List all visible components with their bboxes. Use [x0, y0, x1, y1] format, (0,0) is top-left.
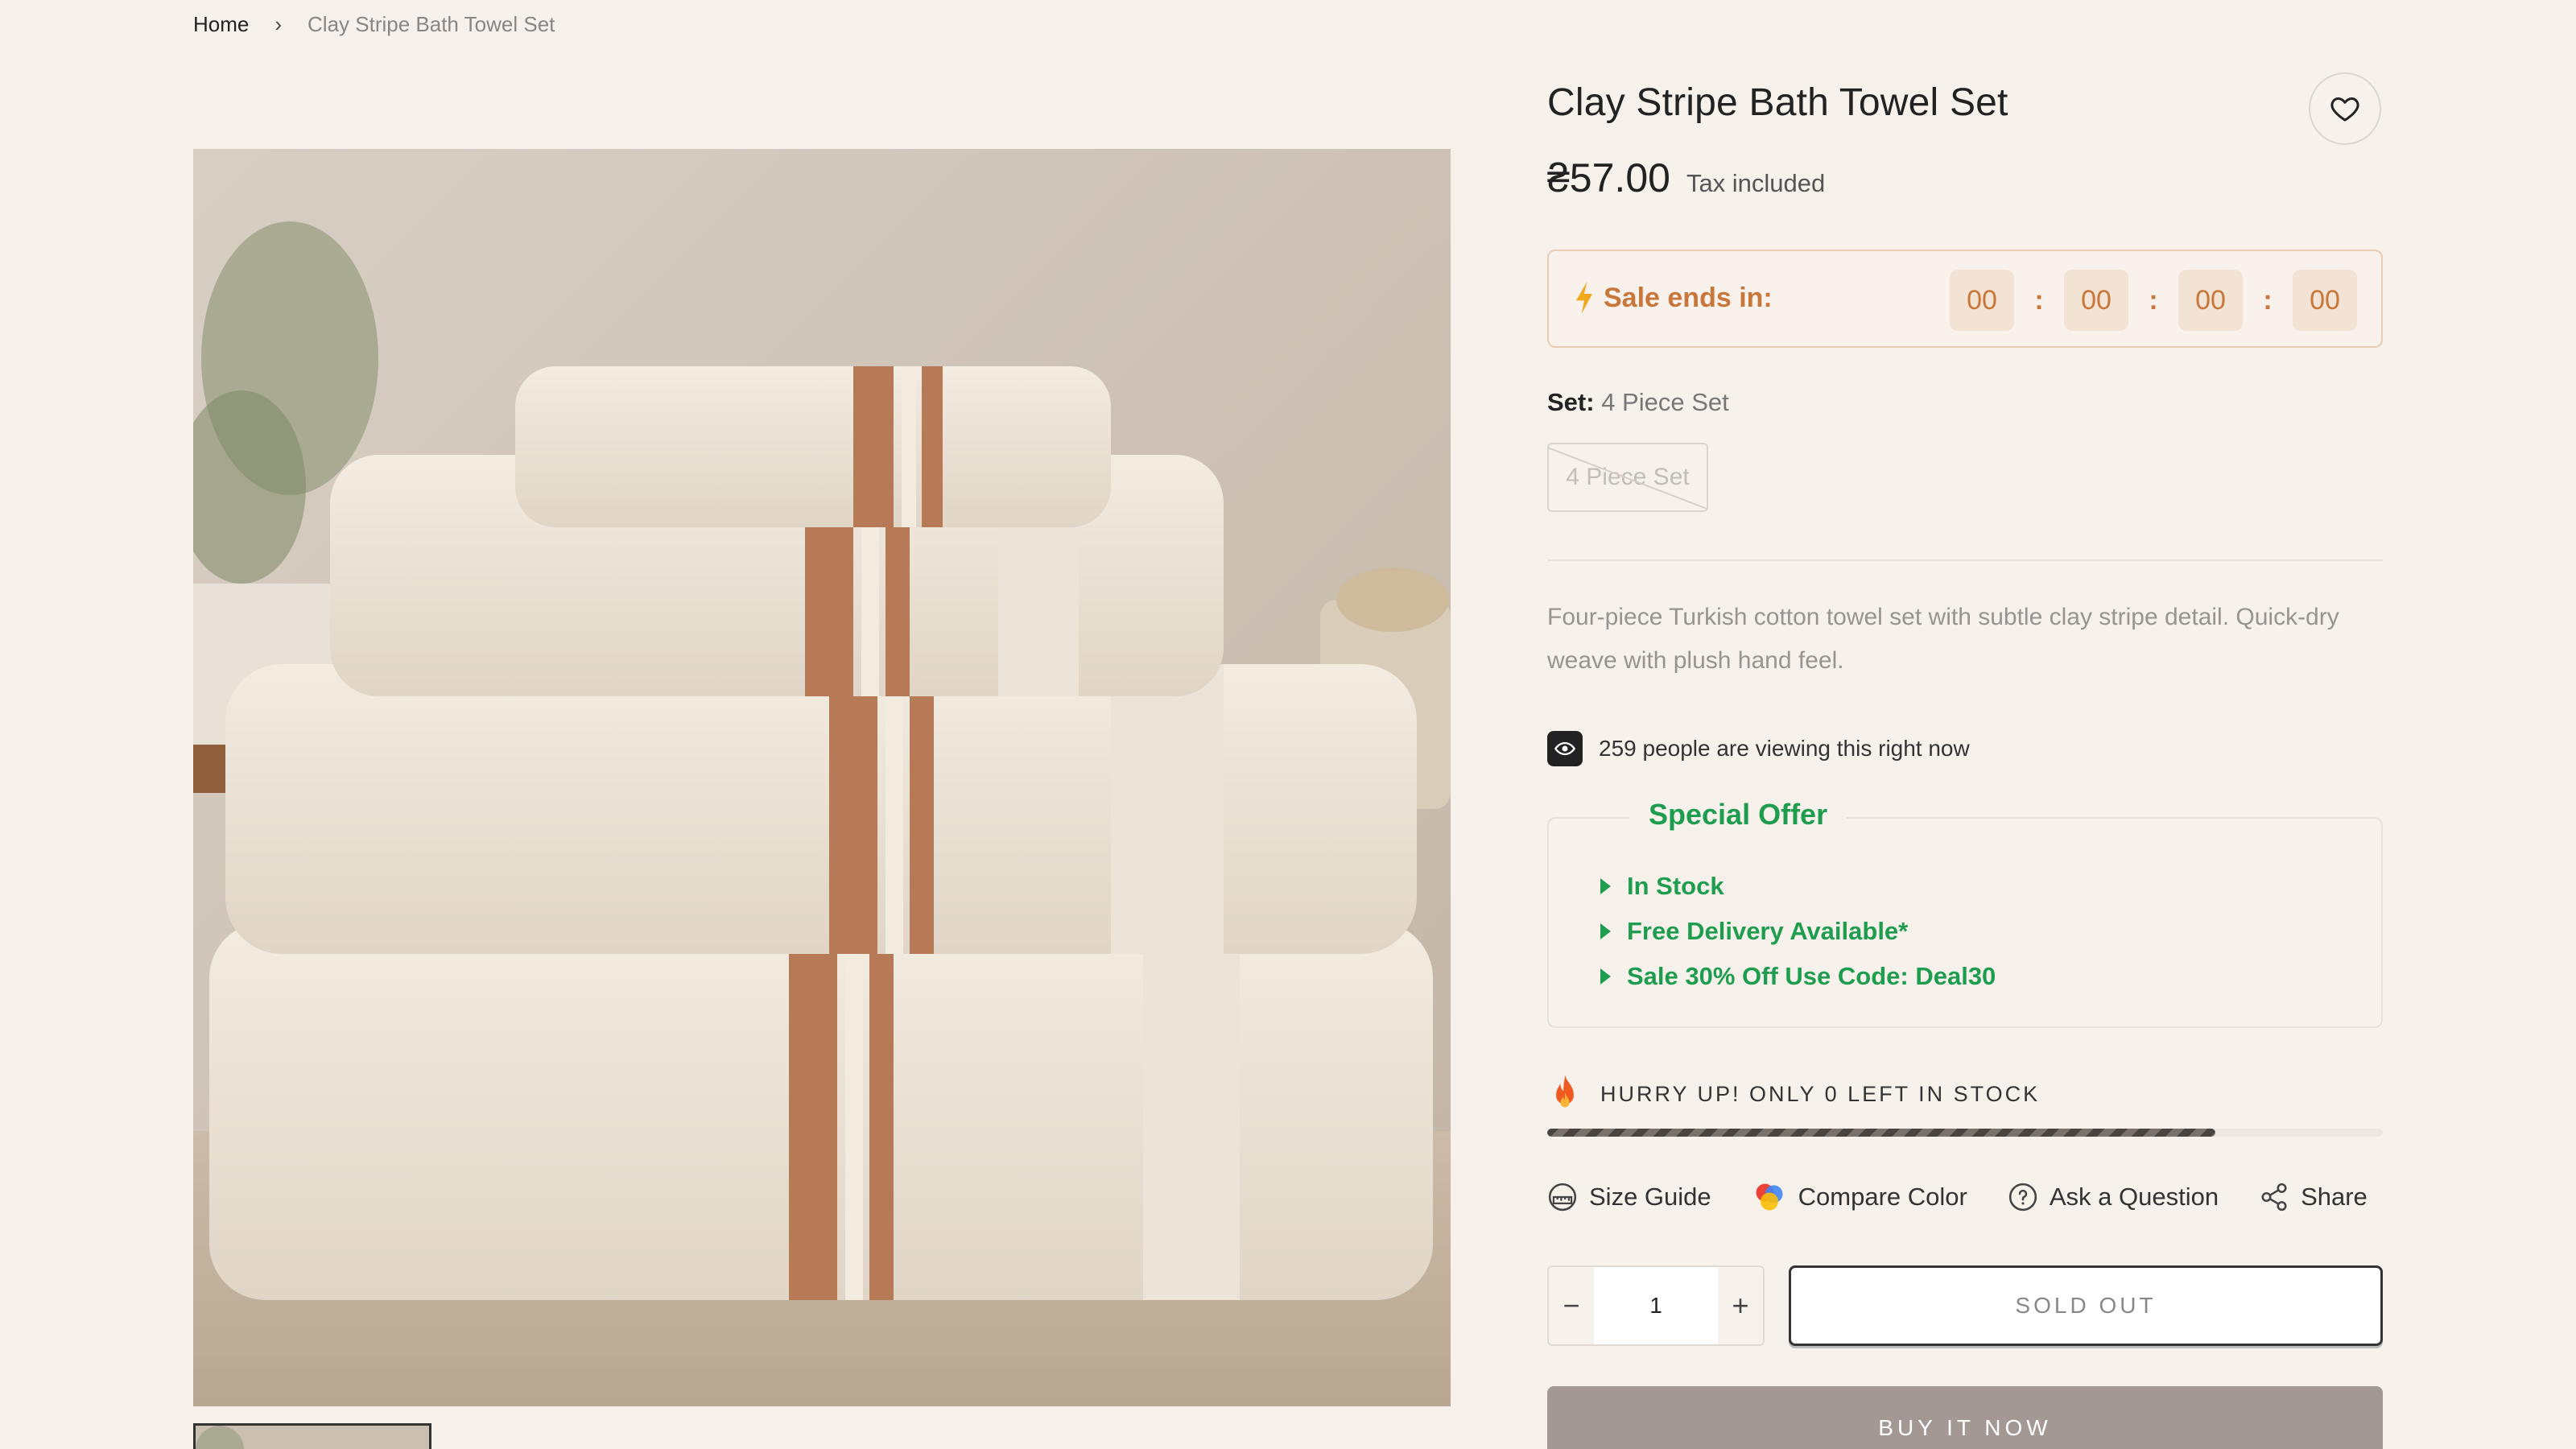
ask-question-label: Ask a Question — [2049, 1183, 2219, 1211]
countdown-hours: 00 — [2064, 270, 2128, 331]
offer-item: In Stock — [1600, 864, 1996, 909]
quantity-increase-button[interactable]: + — [1718, 1267, 1763, 1344]
breadcrumb: Home › Clay Stripe Bath Towel Set — [193, 10, 555, 39]
variant-selected-value: 4 Piece Set — [1601, 388, 1729, 416]
sold-out-button[interactable]: SOLD OUT — [1789, 1265, 2383, 1346]
stock-progress-fill — [1547, 1129, 2216, 1137]
offer-item: Sale 30% Off Use Code: Deal30 — [1600, 954, 1996, 999]
compare-color-link[interactable]: Compare Color — [1752, 1179, 1967, 1215]
variant-label-key: Set: — [1547, 388, 1595, 416]
countdown-days: 00 — [1950, 270, 2014, 331]
price-row: ₴57.00 Tax included — [1547, 155, 1825, 201]
countdown-separator: : — [2149, 284, 2158, 316]
towel-stack-illustration — [193, 149, 1451, 1406]
countdown-timer: 00 : 00 : 00 : 00 — [1950, 270, 2357, 331]
tax-note: Tax included — [1686, 169, 1826, 197]
stock-progress-bar — [1547, 1129, 2383, 1137]
heart-icon — [2330, 97, 2359, 122]
ruler-icon — [1548, 1183, 1577, 1212]
offer-item-label: Free Delivery Available* — [1627, 917, 1909, 945]
eye-glyph — [1554, 741, 1576, 756]
countdown-seconds: 00 — [2293, 270, 2357, 331]
special-offer-box: Special Offer In Stock Free Delivery Ava… — [1547, 798, 2383, 1028]
offer-item-label: Sale 30% Off Use Code: Deal30 — [1627, 962, 1996, 990]
sale-countdown: Sale ends in: 00 : 00 : 00 : 00 — [1547, 250, 2383, 348]
product-thumbnail[interactable] — [193, 1423, 431, 1449]
offer-item: Free Delivery Available* — [1600, 909, 1996, 954]
variant-label: Set: 4 Piece Set — [1547, 388, 1729, 417]
live-viewers: 259 people are viewing this right now — [1547, 731, 1970, 766]
variant-option-4-piece-set[interactable]: 4 Piece Set — [1547, 443, 1708, 512]
quantity-stepper: − 1 + — [1547, 1265, 1765, 1346]
share-label: Share — [2301, 1183, 2368, 1211]
countdown-separator: : — [2034, 284, 2044, 316]
countdown-minutes: 00 — [2178, 270, 2243, 331]
lightning-icon — [1576, 282, 1592, 314]
caret-right-icon — [1600, 923, 1611, 939]
stock-warning-text: HURRY UP! ONLY 0 LEFT IN STOCK — [1600, 1081, 2041, 1106]
product-title: Clay Stripe Bath Towel Set — [1547, 81, 2008, 124]
breadcrumb-home-link[interactable]: Home — [193, 10, 249, 39]
countdown-separator: : — [2263, 284, 2273, 316]
product-actions: Size Guide Compare Color Ask a Question — [1547, 1179, 2368, 1215]
viewing-text: 259 people are viewing this right now — [1599, 736, 1970, 761]
offer-item-label: In Stock — [1627, 872, 1724, 900]
compare-color-label: Compare Color — [1798, 1183, 1967, 1211]
eye-icon — [1547, 731, 1583, 766]
ask-question-link[interactable]: Ask a Question — [2008, 1182, 2219, 1212]
fire-icon — [1556, 1075, 1574, 1108]
share-link[interactable]: Share — [2259, 1182, 2368, 1212]
wishlist-button[interactable] — [2309, 72, 2381, 145]
product-main-image[interactable] — [193, 149, 1451, 1406]
countdown-label-wrap: Sale ends in: — [1573, 282, 1773, 314]
special-offer-title: Special Offer — [1629, 798, 1847, 832]
divider — [1547, 559, 2383, 561]
color-dots-icon — [1756, 1183, 1783, 1211]
breadcrumb-separator: › — [275, 12, 283, 36]
share-icon — [2261, 1183, 2287, 1212]
stock-warning: HURRY UP! ONLY 0 LEFT IN STOCK — [1547, 1075, 2040, 1113]
caret-right-icon — [1600, 878, 1611, 894]
buy-it-now-button[interactable]: BUY IT NOW — [1547, 1386, 2383, 1449]
quantity-decrease-button[interactable]: − — [1549, 1267, 1594, 1344]
offer-list: In Stock Free Delivery Available* Sale 3… — [1600, 864, 1996, 999]
size-guide-label: Size Guide — [1589, 1183, 1711, 1211]
countdown-label: Sale ends in: — [1604, 282, 1773, 313]
size-guide-link[interactable]: Size Guide — [1547, 1182, 1711, 1212]
thumbnail-illustration — [196, 1426, 429, 1449]
caret-right-icon — [1600, 968, 1611, 985]
quantity-input[interactable]: 1 — [1594, 1267, 1718, 1344]
product-price: ₴57.00 — [1547, 155, 1670, 200]
breadcrumb-current: Clay Stripe Bath Towel Set — [308, 12, 555, 36]
question-circle-icon — [2008, 1183, 2037, 1212]
product-description: Four-piece Turkish cotton towel set with… — [1547, 604, 2339, 674]
